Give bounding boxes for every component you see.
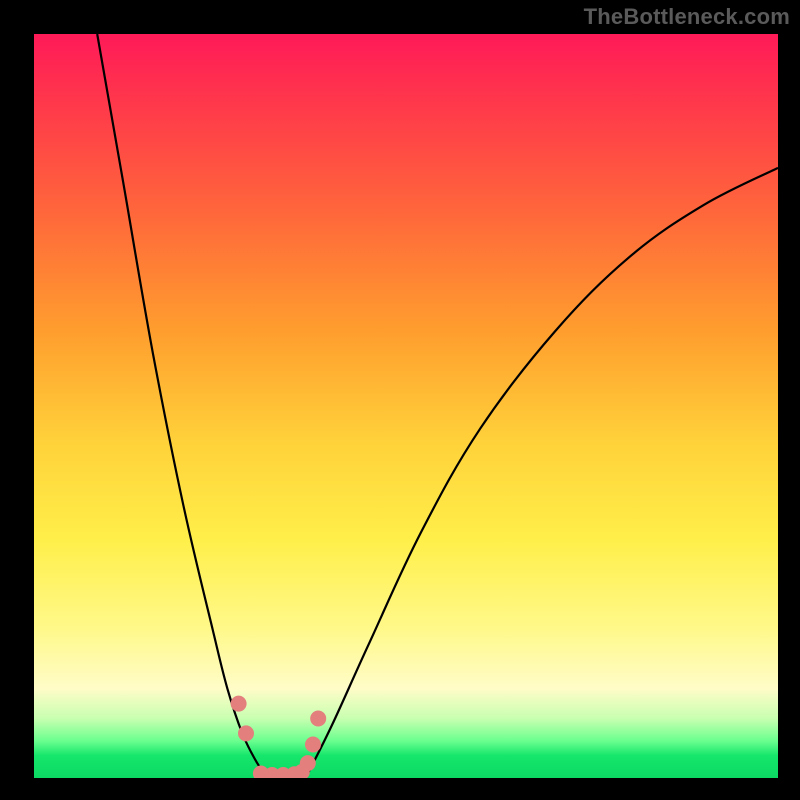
- curve-left: [97, 34, 268, 778]
- sweet-spot-dots: [231, 696, 327, 778]
- curve-right: [306, 168, 778, 778]
- sweet-spot-dot: [231, 696, 247, 712]
- sweet-spot-dot: [305, 737, 321, 753]
- chart-frame: TheBottleneck.com: [0, 0, 800, 800]
- plot-area: [34, 34, 778, 778]
- sweet-spot-dot: [310, 711, 326, 727]
- curve-svg: [34, 34, 778, 778]
- sweet-spot-dot: [238, 725, 254, 741]
- sweet-spot-dot: [300, 755, 316, 771]
- watermark-label: TheBottleneck.com: [584, 4, 790, 30]
